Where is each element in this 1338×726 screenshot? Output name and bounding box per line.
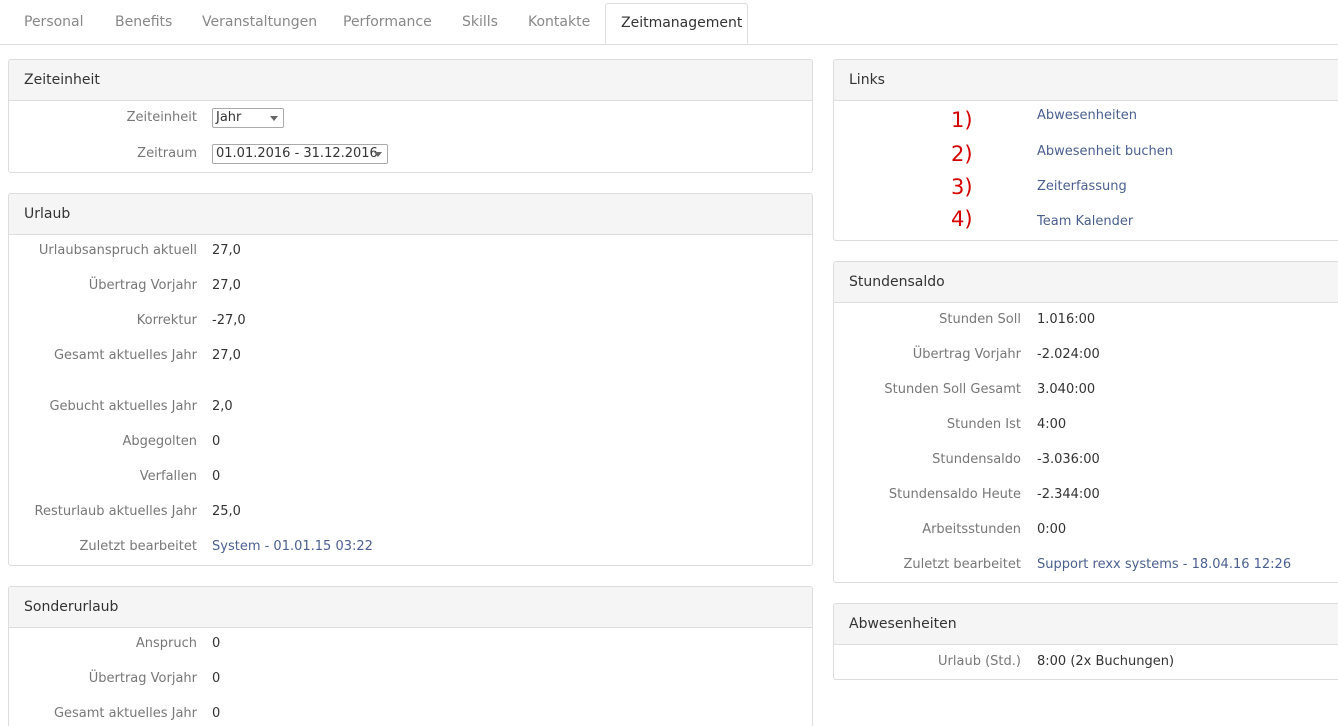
sonder-gesamt-label: Gesamt aktuelles Jahr (53, 706, 197, 721)
gebucht-aktuelles-jahr-label: Gebucht aktuelles Jahr (49, 399, 197, 414)
abwesenheiten-panel-title: Abwesenheiten (834, 604, 1338, 645)
tab-performance[interactable]: Performance (343, 0, 432, 44)
stunden-soll-gesamt-value: 3.040:00 (1037, 382, 1096, 397)
stundensaldo-heute-label: Stundensaldo Heute (888, 487, 1021, 502)
link-abwesenheiten[interactable]: Abwesenheiten (1037, 108, 1137, 123)
gesamt-aktuelles-jahr-label: Gesamt aktuelles Jahr (53, 348, 197, 363)
zeiteinheit-panel: Zeiteinheit Zeiteinheit Jahr Zeitraum 01… (8, 59, 813, 173)
zuletzt-bearbeitet-label: Zuletzt bearbeitet (79, 539, 197, 554)
tab-benefits[interactable]: Benefits (115, 0, 172, 44)
stundensaldo-panel-title: Stundensaldo (834, 262, 1338, 303)
tab-zeitmanagement[interactable]: Zeitmanagement (605, 3, 748, 44)
zuletzt-bearbeitet-link[interactable]: System - 01.01.15 03:22 (212, 537, 373, 557)
anspruch-value: 0 (212, 636, 221, 651)
stunden-soll-label: Stunden Soll (939, 312, 1021, 327)
arbeitsstunden-label: Arbeitsstunden (922, 522, 1021, 537)
zeitraum-select-value: 01.01.2016 - 31.12.2016 (216, 146, 378, 161)
chevron-down-icon (374, 152, 382, 157)
korrektur-value: -27,0 (212, 313, 246, 328)
annotation-number: 3) (951, 175, 973, 199)
verfallen-label: Verfallen (139, 469, 197, 484)
link-zeiterfassung[interactable]: Zeiterfassung (1037, 179, 1127, 194)
chevron-down-icon (270, 116, 278, 121)
annotation-number: 2) (951, 142, 973, 166)
stunden-uebertrag-label: Übertrag Vorjahr (912, 347, 1021, 362)
abgegolten-label: Abgegolten (122, 434, 197, 449)
stundensaldo-heute-value: -2.344:00 (1037, 487, 1100, 502)
gesamt-aktuelles-jahr-value: 27,0 (212, 348, 241, 363)
stunden-ist-value: 4:00 (1037, 417, 1067, 432)
annotation-number: 4) (951, 207, 973, 231)
zeiteinheit-panel-title: Zeiteinheit (9, 60, 812, 101)
uebertrag-vorjahr-label: Übertrag Vorjahr (88, 278, 197, 293)
urlaub-std-value: 8:00 (2x Buchungen) (1037, 654, 1175, 669)
stunden-ist-label: Stunden Ist (946, 417, 1021, 432)
sonder-uebertrag-value: 0 (212, 671, 221, 686)
anspruch-label: Anspruch (135, 636, 197, 651)
stundensaldo-value: -3.036:00 (1037, 452, 1100, 467)
links-panel-title: Links (834, 60, 1338, 101)
verfallen-value: 0 (212, 469, 221, 484)
uebertrag-vorjahr-value: 27,0 (212, 278, 241, 293)
tab-veranstaltungen[interactable]: Veranstaltungen (202, 0, 317, 44)
link-team-kalender[interactable]: Team Kalender (1037, 214, 1133, 229)
urlaub-panel: Urlaub Urlaubsanspruch aktuell 27,0 Übert… (8, 193, 813, 566)
resturlaub-label: Resturlaub aktuelles Jahr (34, 504, 197, 519)
zeiteinheit-label: Zeiteinheit (126, 110, 197, 125)
abgegolten-value: 0 (212, 434, 221, 449)
gebucht-aktuelles-jahr-value: 2,0 (212, 399, 233, 414)
stunden-zuletzt-link[interactable]: Support rexx systems - 18.04.16 12:26 (1037, 555, 1291, 575)
urlaub-panel-title: Urlaub (9, 194, 812, 235)
sonder-uebertrag-label: Übertrag Vorjahr (88, 671, 197, 686)
sonder-gesamt-value: 0 (212, 706, 221, 721)
links-panel: Links 1) Abwesenheiten 2) Abwesenheit bu… (833, 59, 1338, 241)
korrektur-label: Korrektur (136, 313, 197, 328)
link-abwesenheit-buchen[interactable]: Abwesenheit buchen (1037, 144, 1173, 159)
urlaubsanspruch-label: Urlaubsanspruch aktuell (38, 243, 197, 258)
stundensaldo-panel: Stundensaldo Stunden Soll 1.016:00 Übertr… (833, 261, 1338, 583)
sonderurlaub-panel: Sonderurlaub Anspruch 0 Übertrag Vorjahr 0… (8, 586, 813, 726)
stunden-soll-value: 1.016:00 (1037, 312, 1096, 327)
tab-kontakte[interactable]: Kontakte (528, 0, 590, 44)
zeitraum-select[interactable]: 01.01.2016 - 31.12.2016 (212, 144, 388, 164)
stundensaldo-label: Stundensaldo (932, 452, 1021, 467)
stunden-zuletzt-label: Zuletzt bearbeitet (903, 557, 1021, 572)
stunden-uebertrag-value: -2.024:00 (1037, 347, 1100, 362)
arbeitsstunden-value: 0:00 (1037, 522, 1067, 537)
annotation-number: 1) (951, 108, 973, 132)
tab-bar: Personal Benefits Veranstaltungen Perfor… (0, 0, 1338, 45)
zeiteinheit-select[interactable]: Jahr (212, 108, 284, 128)
tab-personal[interactable]: Personal (24, 0, 84, 44)
stunden-soll-gesamt-label: Stunden Soll Gesamt (884, 382, 1021, 397)
zeitraum-label: Zeitraum (137, 146, 197, 161)
tab-skills[interactable]: Skills (462, 0, 498, 44)
sonderurlaub-panel-title: Sonderurlaub (9, 587, 812, 628)
resturlaub-value: 25,0 (212, 504, 241, 519)
zeiteinheit-select-value: Jahr (216, 110, 242, 125)
abwesenheiten-panel: Abwesenheiten Urlaub (Std.) 8:00 (2x Buch… (833, 603, 1338, 680)
urlaubsanspruch-value: 27,0 (212, 243, 241, 258)
urlaub-std-label: Urlaub (Std.) (938, 654, 1021, 669)
